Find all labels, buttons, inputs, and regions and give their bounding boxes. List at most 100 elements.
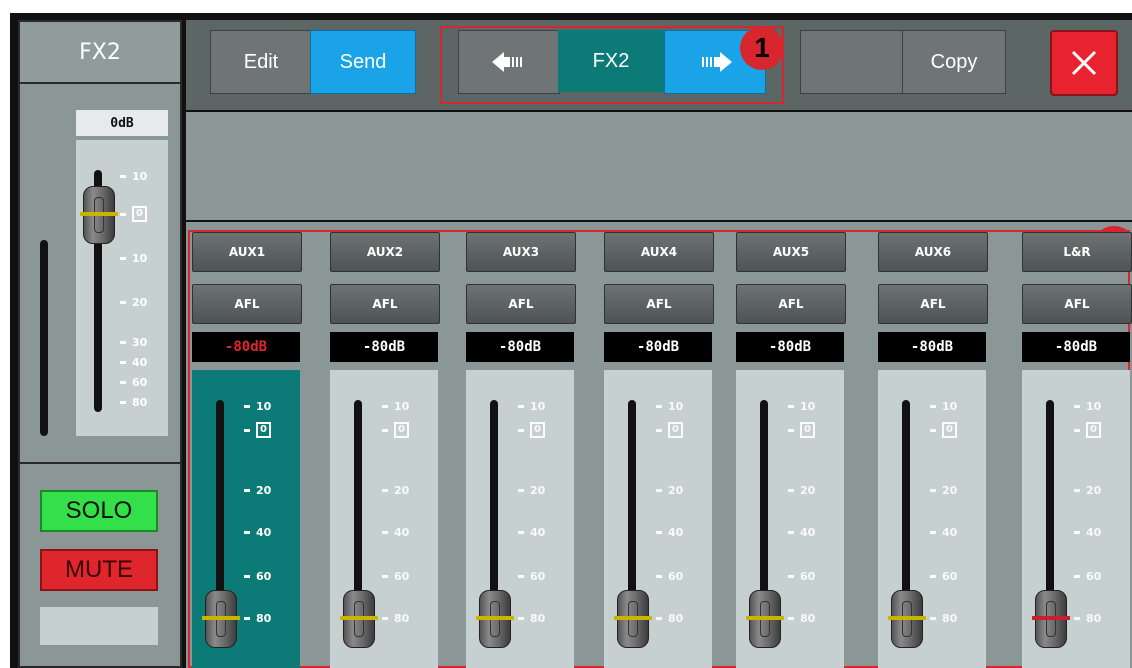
current-channel-label: FX2 [558,30,664,92]
send-name-button[interactable]: AUX5 [736,232,846,272]
send-fader-knob[interactable] [1032,590,1070,648]
prev-channel-button[interactable] [458,30,560,94]
send-name-button[interactable]: L&R [1022,232,1132,272]
fader-scale-mark: 60 [656,570,683,583]
afl-button[interactable]: AFL [604,284,714,324]
fader-scale-mark: 0 [656,422,683,438]
fader-scale-mark: 80 [1074,612,1101,625]
fader-scale-mark: 60 [930,570,957,583]
fader-scale-mark: 80 [930,612,957,625]
fader-scale-mark: 40 [1074,526,1101,539]
fader-scale-mark: 80 [518,612,545,625]
afl-button[interactable]: AFL [878,284,988,324]
mute-button[interactable]: MUTE [40,549,158,591]
fader-scale-mark: 0 [930,422,957,438]
send-level-readout: -80dB [466,332,574,362]
send-fader-knob[interactable] [888,590,926,648]
top-toolbar: Edit Send FX2 1 Copy [186,20,1132,110]
master-fader-knob[interactable] [80,186,118,244]
fader-scale-mark: 20 [788,484,815,497]
afl-button[interactable]: AFL [1022,284,1132,324]
fader-scale-mark: 0 [518,422,545,438]
fader-scale-mark: 80 [788,612,815,625]
afl-button[interactable]: AFL [736,284,846,324]
fader-scale-mark: 0 [788,422,815,438]
fader-scale-mark: 10 [382,400,409,413]
send-channel-strip: AUX6 AFL -80dB 10 0 20 40 60 80 [878,222,988,668]
send-fader-knob[interactable] [340,590,378,648]
send-channels-area: 2 AUX1AFL-80dB10020406080AUX2AFL-80dB100… [186,222,1132,668]
fader-scale-mark: 20 [656,484,683,497]
close-icon [1071,50,1097,76]
send-channel-strip: AUX2 AFL -80dB 10 0 20 40 60 80 [330,222,440,668]
send-level-readout: -80dB [192,332,300,362]
fader-scale-mark: 40 [244,526,271,539]
strip-extra-button[interactable] [40,607,158,645]
fader-scale-mark: 40 [518,526,545,539]
fader-scale-mark: 60 [788,570,815,583]
fader-scale-mark: 10 [1074,400,1101,413]
fader-scale-mark: 0 [244,422,271,438]
close-button[interactable] [1050,30,1118,96]
send-name-button[interactable]: AUX2 [330,232,440,272]
arrow-right-icon [702,52,732,72]
arrow-left-icon [492,52,522,72]
send-channel-strip: AUX4 AFL -80dB 10 0 20 40 60 80 [604,222,714,668]
fader-scale-mark: 80 [382,612,409,625]
fader-scale-mark: 80 [244,612,271,625]
fader-scale-mark: 60 [518,570,545,583]
fader-scale-mark: 10 [788,400,815,413]
afl-button[interactable]: AFL [192,284,302,324]
afl-button[interactable]: AFL [466,284,576,324]
send-name-button[interactable]: AUX3 [466,232,576,272]
fader-scale-mark: 60 [1074,570,1101,583]
send-channel-strip: AUX3 AFL -80dB 10 0 20 40 60 80 [466,222,576,668]
send-channel-strip: AUX1 AFL -80dB 10 0 20 40 60 80 [192,222,302,668]
fader-scale-mark: 60 [244,570,271,583]
fx2-master-strip: FX2 0dB 10 0 10 20 30 40 60 80 SOLO MUTE [18,20,182,668]
send-channel-strip: AUX5 AFL -80dB 10 0 20 40 60 80 [736,222,846,668]
solo-button[interactable]: SOLO [40,490,158,532]
send-fader-knob[interactable] [476,590,514,648]
blank-button[interactable] [800,30,904,94]
master-meter [40,240,48,436]
info-area [186,112,1132,220]
send-level-readout: -80dB [878,332,986,362]
fader-scale-mark: 60 [382,570,409,583]
send-level-readout: -80dB [330,332,438,362]
send-level-readout: -80dB [604,332,712,362]
fader-scale-mark: 10 [518,400,545,413]
copy-button[interactable]: Copy [902,30,1006,94]
fader-scale-mark: 10 [656,400,683,413]
callout-badge-1: 1 [740,26,784,70]
fader-scale-mark: 40 [382,526,409,539]
fader-scale-mark: 40 [788,526,815,539]
send-button[interactable]: Send [310,30,416,94]
master-fader-panel [76,140,168,436]
fader-scale-mark: 40 [656,526,683,539]
send-level-readout: -80dB [736,332,844,362]
send-name-button[interactable]: AUX4 [604,232,714,272]
fader-scale-mark: 20 [382,484,409,497]
send-name-button[interactable]: AUX6 [878,232,988,272]
fader-scale-mark: 20 [518,484,545,497]
edit-button[interactable]: Edit [210,30,312,94]
fader-scale-mark: 0 [382,422,409,438]
fader-scale-mark: 20 [1074,484,1101,497]
strip-title: FX2 [20,22,180,84]
fader-scale-mark: 0 [1074,422,1101,438]
fader-scale-mark: 20 [930,484,957,497]
master-fader-section: 0dB 10 0 10 20 30 40 60 80 [20,86,180,464]
afl-button[interactable]: AFL [330,284,440,324]
fader-scale-mark: 10 [930,400,957,413]
send-fader-knob[interactable] [614,590,652,648]
send-channel-strip: L&R AFL -80dB 10 0 20 40 60 80 [1022,222,1132,668]
send-name-button[interactable]: AUX1 [192,232,302,272]
send-level-readout: -80dB [1022,332,1130,362]
fader-scale-mark: 10 [244,400,271,413]
send-fader-knob[interactable] [202,590,240,648]
send-fader-knob[interactable] [746,590,784,648]
fader-scale-mark: 80 [656,612,683,625]
fader-scale-mark: 40 [930,526,957,539]
master-level-readout: 0dB [76,110,168,136]
